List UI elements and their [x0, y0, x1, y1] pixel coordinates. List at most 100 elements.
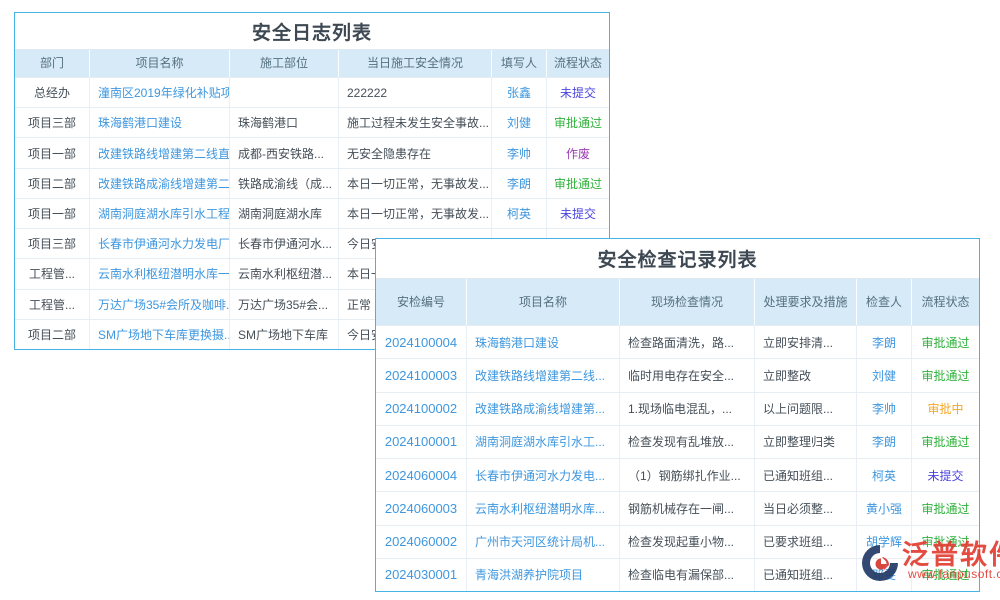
project-link[interactable]: 云南水利枢纽潜明水库一...	[89, 259, 229, 288]
project-link[interactable]: 珠海鹤港口建设	[89, 108, 229, 137]
part-cell: 铁路成渝线（成...	[229, 169, 338, 198]
project-link[interactable]: 改建铁路线增建第二线...	[466, 359, 619, 391]
project-link[interactable]: 改建铁路成渝线增建第...	[466, 393, 619, 425]
project-link[interactable]: 改建铁路线增建第二线直...	[89, 138, 229, 167]
table-row[interactable]: 2024100003 改建铁路线增建第二线... 临时用电存在安全... 立即整…	[376, 358, 979, 391]
project-link[interactable]: 长春市伊通河水力发电厂...	[89, 229, 229, 258]
situation-cell: 检查发现有乱堆放...	[619, 426, 754, 458]
dept-cell: 项目一部	[15, 199, 89, 228]
table-row[interactable]: 2024060004 长春市伊通河水力发电... （1）钢筋绑扎作业... 已通…	[376, 458, 979, 491]
column-header-project[interactable]: 项目名称	[89, 50, 229, 77]
dept-cell: 项目一部	[15, 138, 89, 167]
column-header-inspector[interactable]: 检查人	[856, 279, 911, 325]
measure-cell: 已要求班组...	[754, 526, 856, 558]
table-row[interactable]: 2024100002 改建铁路成渝线增建第... 1.现场临电混乱，... 以上…	[376, 392, 979, 425]
column-header-check-no[interactable]: 安检编号	[376, 279, 466, 325]
table-row[interactable]: 2024030001 青海洪湖养护院项目 检查临电有漏保部... 已通知班组..…	[376, 558, 979, 591]
measure-cell: 立即安排清...	[754, 326, 856, 358]
status-badge: 审批通过	[911, 559, 979, 591]
table-row[interactable]: 项目一部 改建铁路线增建第二线直... 成都-西安铁路... 无安全隐患存在 李…	[15, 137, 609, 167]
table-row[interactable]: 总经办 潼南区2019年绿化补贴项... 222222 张鑫 未提交	[15, 77, 609, 107]
part-cell: SM广场地下车库	[229, 320, 338, 349]
project-link[interactable]: 湖南洞庭湖水库引水工...	[466, 426, 619, 458]
project-link[interactable]: 改建铁路成渝线增建第二...	[89, 169, 229, 198]
status-badge: 审批通过	[546, 108, 609, 137]
check-no-link[interactable]: 2024100001	[376, 426, 466, 458]
inspector-link[interactable]: 胡学辉	[856, 526, 911, 558]
dept-cell: 工程管...	[15, 259, 89, 288]
measure-cell: 以上问题限...	[754, 393, 856, 425]
table-row[interactable]: 2024100004 珠海鹤港口建设 检查路面清洗，路... 立即安排清... …	[376, 325, 979, 358]
check-no-link[interactable]: 2024060004	[376, 459, 466, 491]
check-no-link[interactable]: 2024100002	[376, 393, 466, 425]
project-link[interactable]: 青海洪湖养护院项目	[466, 559, 619, 591]
dept-cell: 项目三部	[15, 229, 89, 258]
filler-link[interactable]: 柯英	[491, 199, 546, 228]
safety-log-header-row: 部门 项目名称 施工部位 当日施工安全情况 填写人 流程状态	[15, 50, 609, 77]
inspector-link[interactable]: 黄小强	[856, 492, 911, 524]
column-header-situation[interactable]: 现场检查情况	[619, 279, 754, 325]
situation-cell: 检查路面清洗，路...	[619, 326, 754, 358]
project-link[interactable]: 潼南区2019年绿化补贴项...	[89, 78, 229, 107]
column-header-measure[interactable]: 处理要求及措施	[754, 279, 856, 325]
project-link[interactable]: 云南水利枢纽潜明水库...	[466, 492, 619, 524]
table-row[interactable]: 项目二部 改建铁路成渝线增建第二... 铁路成渝线（成... 本日一切正常，无事…	[15, 168, 609, 198]
status-badge: 审批通过	[911, 326, 979, 358]
situation-cell: 无安全隐患存在	[338, 138, 491, 167]
filler-link[interactable]: 刘健	[491, 108, 546, 137]
inspector-link[interactable]: 李朗	[856, 326, 911, 358]
status-badge: 作废	[546, 138, 609, 167]
column-header-filler[interactable]: 填写人	[491, 50, 546, 77]
dept-cell: 工程管...	[15, 290, 89, 319]
status-badge: 未提交	[546, 199, 609, 228]
filler-link[interactable]: 张鑫	[491, 78, 546, 107]
situation-cell: 本日一切正常，无事故发...	[338, 199, 491, 228]
project-link[interactable]: 湖南洞庭湖水库引水工程...	[89, 199, 229, 228]
project-link[interactable]: 珠海鹤港口建设	[466, 326, 619, 358]
check-no-link[interactable]: 2024030001	[376, 559, 466, 591]
check-no-link[interactable]: 2024060002	[376, 526, 466, 558]
filler-link[interactable]: 李帅	[491, 138, 546, 167]
filler-link[interactable]: 李朗	[491, 169, 546, 198]
dept-cell: 项目三部	[15, 108, 89, 137]
column-header-part[interactable]: 施工部位	[229, 50, 338, 77]
situation-cell: 检查临电有漏保部...	[619, 559, 754, 591]
dept-cell: 项目二部	[15, 320, 89, 349]
inspector-link[interactable]: 李帅	[856, 393, 911, 425]
safety-check-body: 2024100004 珠海鹤港口建设 检查路面清洗，路... 立即安排清... …	[376, 325, 979, 591]
table-row[interactable]: 项目三部 珠海鹤港口建设 珠海鹤港口 施工过程未发生安全事故... 刘健 审批通…	[15, 107, 609, 137]
column-header-situation[interactable]: 当日施工安全情况	[338, 50, 491, 77]
safety-check-header-row: 安检编号 项目名称 现场检查情况 处理要求及措施 检查人 流程状态	[376, 279, 979, 325]
inspector-link[interactable]: 李朗	[856, 426, 911, 458]
safety-check-table: 安全检查记录列表 安检编号 项目名称 现场检查情况 处理要求及措施 检查人 流程…	[375, 238, 980, 592]
table-row[interactable]: 2024060002 广州市天河区统计局机... 检查发现起重小物... 已要求…	[376, 525, 979, 558]
part-cell: 云南水利枢纽潜...	[229, 259, 338, 288]
table-row[interactable]: 项目一部 湖南洞庭湖水库引水工程... 湖南洞庭湖水库 本日一切正常，无事故发.…	[15, 198, 609, 228]
status-badge: 审批通过	[911, 492, 979, 524]
measure-cell: 已通知班组...	[754, 559, 856, 591]
measure-cell: 立即整改	[754, 359, 856, 391]
inspector-link[interactable]: 柯英	[856, 459, 911, 491]
project-link[interactable]: 广州市天河区统计局机...	[466, 526, 619, 558]
project-link[interactable]: 长春市伊通河水力发电...	[466, 459, 619, 491]
project-link[interactable]: SM广场地下车库更换摄...	[89, 320, 229, 349]
column-header-state[interactable]: 流程状态	[911, 279, 979, 325]
table-row[interactable]: 2024060003 云南水利枢纽潜明水库... 钢筋机械存在一闸... 当日必…	[376, 491, 979, 524]
project-link[interactable]: 万达广场35#会所及咖啡...	[89, 290, 229, 319]
situation-cell: 临时用电存在安全...	[619, 359, 754, 391]
inspector-link[interactable]: 刘健	[856, 359, 911, 391]
part-cell: 万达广场35#会...	[229, 290, 338, 319]
table-row[interactable]: 2024100001 湖南洞庭湖水库引水工... 检查发现有乱堆放... 立即整…	[376, 425, 979, 458]
column-header-state[interactable]: 流程状态	[546, 50, 609, 77]
check-no-link[interactable]: 2024100004	[376, 326, 466, 358]
part-cell: 湖南洞庭湖水库	[229, 199, 338, 228]
column-header-project[interactable]: 项目名称	[466, 279, 619, 325]
page: 安全日志列表 部门 项目名称 施工部位 当日施工安全情况 填写人 流程状态 总经…	[0, 0, 1000, 600]
part-cell	[229, 78, 338, 107]
check-no-link[interactable]: 2024100003	[376, 359, 466, 391]
situation-cell: （1）钢筋绑扎作业...	[619, 459, 754, 491]
safety-log-title: 安全日志列表	[15, 13, 609, 50]
column-header-dept[interactable]: 部门	[15, 50, 89, 77]
check-no-link[interactable]: 2024060003	[376, 492, 466, 524]
inspector-link[interactable]: 邓雯	[856, 559, 911, 591]
